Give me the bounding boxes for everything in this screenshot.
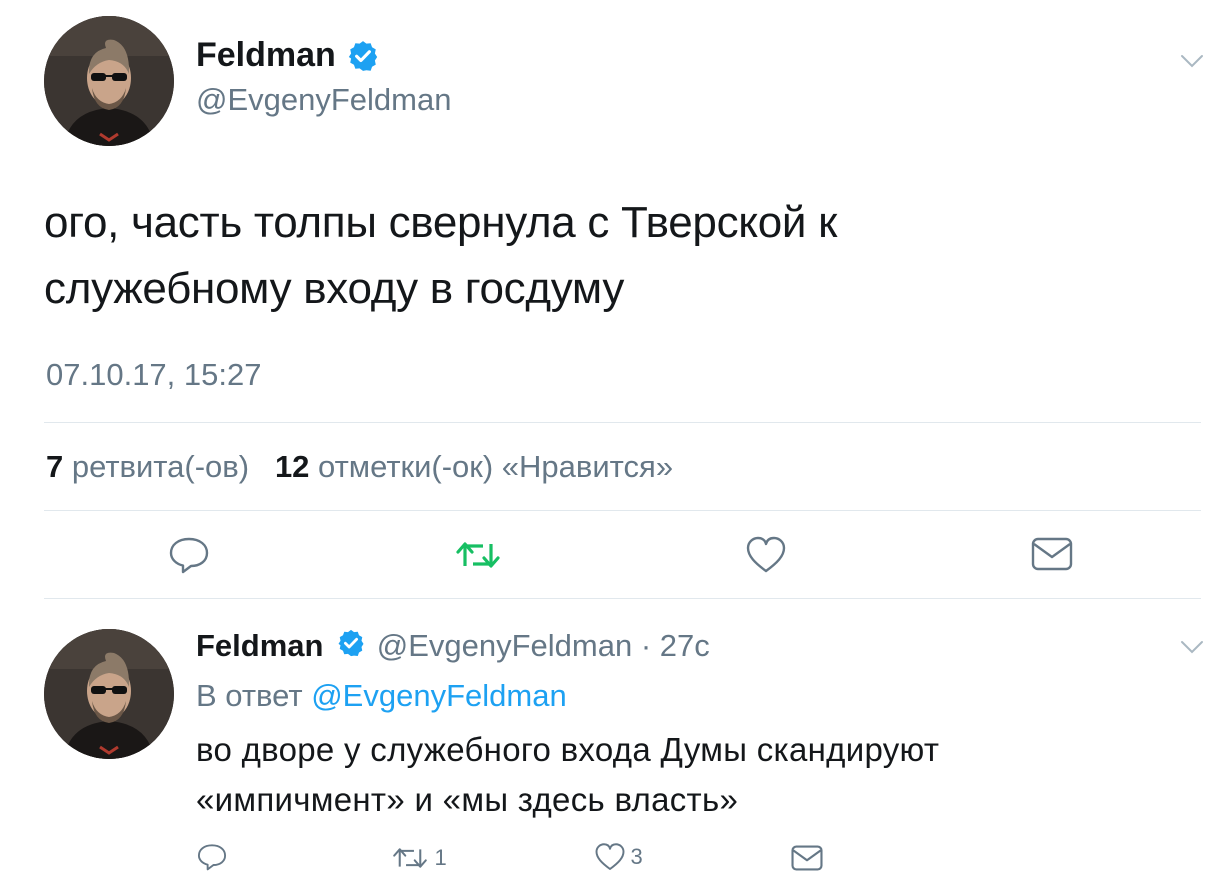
in-reply-handle-link[interactable]: @EvgenyFeldman bbox=[311, 678, 566, 713]
author-handle[interactable]: @EvgenyFeldman bbox=[196, 82, 451, 118]
reply-button[interactable] bbox=[167, 535, 211, 580]
reply-author-name[interactable]: Feldman bbox=[196, 628, 323, 663]
separator-dot: · bbox=[640, 628, 652, 663]
retweet-icon bbox=[393, 848, 427, 868]
divider bbox=[44, 598, 1201, 599]
reply-text: во дворе у служебного входа Думы скандир… bbox=[196, 725, 1196, 825]
tweet-stats: 7 ретвита(-ов) 12 отметки(-ок) «Нравится… bbox=[46, 449, 673, 485]
likes-stat[interactable]: 12 отметки(-ок) «Нравится» bbox=[275, 449, 673, 484]
tweet-timestamp[interactable]: 07.10.17, 15:27 bbox=[46, 357, 261, 393]
reply-age[interactable]: 27с bbox=[660, 628, 710, 663]
reply-dm-button[interactable] bbox=[791, 845, 823, 876]
reply-icon bbox=[169, 537, 209, 574]
author-name[interactable]: Feldman bbox=[196, 36, 336, 74]
envelope-icon bbox=[1031, 537, 1073, 571]
divider bbox=[44, 422, 1201, 423]
chevron-down-icon[interactable] bbox=[1180, 640, 1204, 659]
like-button[interactable] bbox=[745, 535, 787, 580]
chevron-down-icon[interactable] bbox=[1180, 54, 1204, 73]
reply-retweet-button[interactable]: 1 bbox=[390, 843, 447, 873]
retweet-count: 1 bbox=[434, 845, 447, 870]
author-avatar[interactable] bbox=[44, 16, 174, 146]
heart-icon bbox=[595, 843, 625, 870]
in-reply-to: В ответ @EvgenyFeldman bbox=[196, 678, 567, 714]
reply-text-line: во дворе у служебного входа Думы скандир… bbox=[196, 731, 940, 768]
divider bbox=[44, 510, 1201, 511]
tweet-text-line: служебному входу в госдуму bbox=[44, 264, 625, 313]
tweet-text: ого, часть толпы свернула с Тверской к с… bbox=[44, 190, 1194, 322]
reply-like-button[interactable]: 3 bbox=[594, 842, 643, 872]
tweet-text-line: ого, часть толпы свернула с Тверской к bbox=[44, 198, 838, 247]
reply-reply-button[interactable] bbox=[196, 842, 228, 877]
reply-header: Feldman @EvgenyFeldman · 27с bbox=[196, 628, 710, 666]
reply-icon bbox=[197, 844, 227, 871]
reply-text-line: «импичмент» и «мы здесь власть» bbox=[196, 781, 739, 818]
author-name-row: Feldman bbox=[196, 36, 380, 78]
verified-badge-icon bbox=[332, 629, 368, 666]
reply-author-handle[interactable]: @EvgenyFeldman bbox=[377, 628, 632, 663]
retweet-icon bbox=[456, 542, 500, 568]
retweets-stat[interactable]: 7 ретвита(-ов) bbox=[46, 449, 249, 484]
like-count: 3 bbox=[630, 844, 643, 869]
envelope-icon bbox=[791, 845, 823, 871]
retweet-button[interactable] bbox=[455, 536, 501, 579]
in-reply-prefix: В ответ bbox=[196, 678, 303, 713]
verified-badge-icon bbox=[340, 41, 380, 78]
heart-icon bbox=[746, 536, 786, 573]
reply-author-avatar[interactable] bbox=[44, 629, 174, 759]
dm-button[interactable] bbox=[1031, 537, 1073, 576]
